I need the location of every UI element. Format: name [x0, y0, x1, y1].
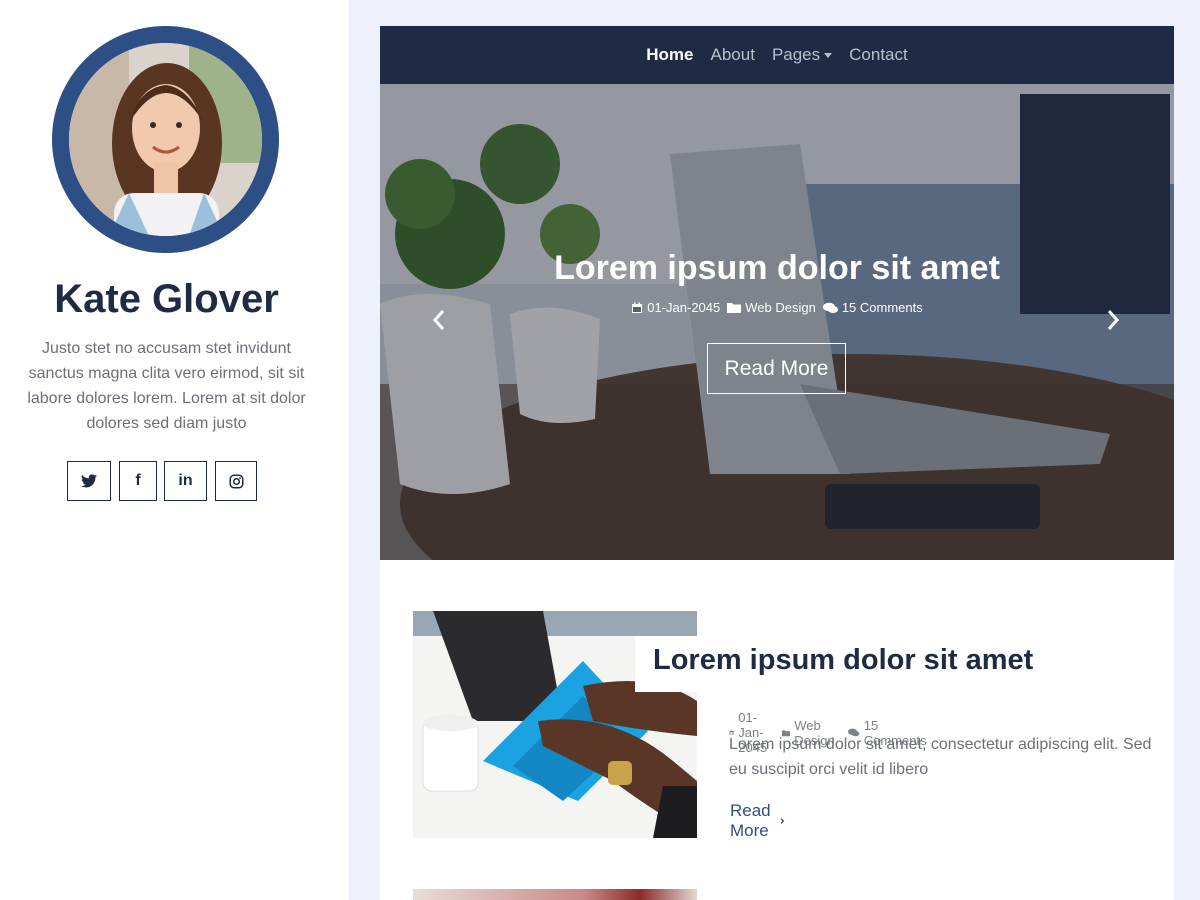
avatar-photo — [69, 43, 262, 236]
hero-carousel: Lorem ipsum dolor sit amet 01-Jan-2045 W… — [380, 84, 1174, 560]
comments-icon — [822, 302, 838, 313]
twitter-icon — [81, 474, 97, 488]
post-title[interactable]: Lorem ipsum dolor sit amet — [653, 644, 1033, 677]
nav-about[interactable]: About — [711, 45, 755, 65]
hero-meta: 01-Jan-2045 Web Design 15 Comments — [380, 300, 1174, 315]
hero-category: Web Design — [727, 300, 816, 315]
hero-overlay — [380, 84, 1174, 560]
linkedin-button[interactable]: in — [164, 461, 207, 501]
hero-comments: 15 Comments — [822, 300, 923, 315]
avatar — [69, 43, 262, 236]
hero-comments-text: 15 Comments — [841, 300, 923, 315]
next-post-thumbnail[interactable] — [413, 889, 697, 900]
facebook-button[interactable]: f — [119, 461, 157, 501]
folder-icon — [727, 303, 742, 313]
hero-date: 01-Jan-2045 — [631, 300, 720, 315]
chevron-right-icon — [781, 818, 785, 824]
hero-date-text: 01-Jan-2045 — [647, 300, 721, 315]
instagram-icon — [229, 474, 243, 488]
caret-down-icon — [824, 53, 833, 58]
hero-category-text: Web Design — [745, 300, 816, 315]
hero-read-more-button[interactable]: Read More — [707, 343, 846, 394]
profile-bio: Justo stet no accusam stet invidunt sanc… — [27, 340, 306, 432]
calendar-icon — [632, 302, 643, 313]
post-title-box: Lorem ipsum dolor sit amet — [635, 636, 1165, 692]
post-read-more-label: Read More — [730, 801, 771, 840]
nav-pages-dropdown[interactable]: Pages — [771, 45, 833, 65]
main-content: Home About Pages Contact Lorem ipsum dol… — [380, 26, 1174, 900]
profile-sidebar: Kate Glover Justo stet no accusam stet i… — [0, 0, 349, 900]
profile-name: Kate Glover — [54, 277, 279, 321]
nav-pages-label: Pages — [771, 45, 821, 64]
post-excerpt: Lorem ipsum dolor sit amet, consectetur … — [729, 736, 1152, 778]
hero-title: Lorem ipsum dolor sit amet — [554, 249, 1000, 287]
avatar-ring — [52, 26, 279, 253]
instagram-button[interactable] — [215, 461, 257, 501]
nav-home[interactable]: Home — [646, 45, 693, 65]
post-read-more-link[interactable]: Read More — [730, 801, 785, 841]
twitter-button[interactable] — [67, 461, 111, 501]
nav-contact[interactable]: Contact — [849, 45, 908, 65]
facebook-icon: f — [135, 472, 141, 489]
social-links: f in — [0, 461, 349, 501]
linkedin-icon: in — [178, 472, 193, 489]
top-navbar: Home About Pages Contact — [380, 26, 1174, 84]
